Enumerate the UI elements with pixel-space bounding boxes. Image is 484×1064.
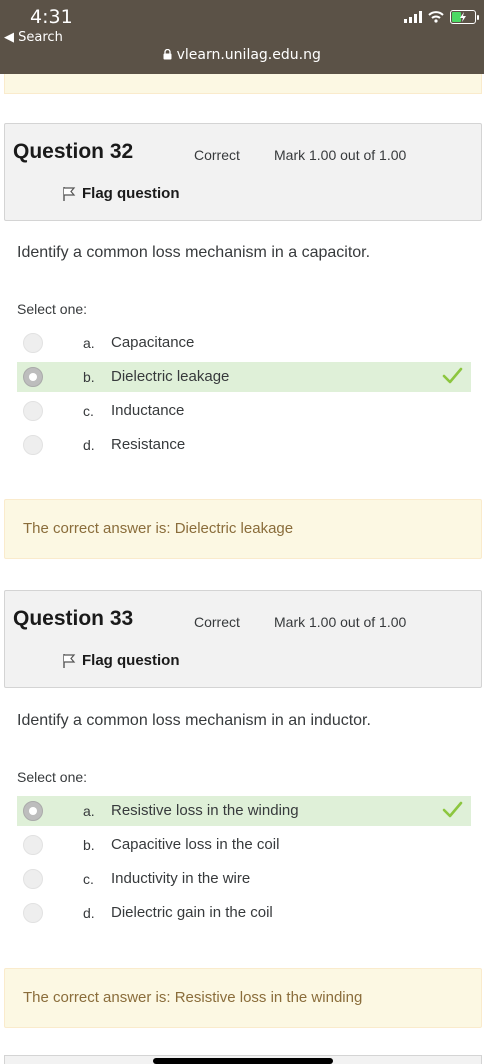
url-text: vlearn.unilag.edu.ng <box>176 47 321 63</box>
ios-status-bar: 4:31 ◀ Search vlearn.unilag.edu.ng <box>0 0 484 74</box>
answer-letter: c. <box>83 403 94 419</box>
answer-letter: b. <box>83 837 95 853</box>
answer-radio-selected[interactable] <box>23 801 43 821</box>
question-info-box: Question 33 Correct Mark 1.00 out of 1.0… <box>4 590 482 688</box>
answer-text: Capacitive loss in the coil <box>111 836 280 853</box>
answer-option-a[interactable]: a. Resistive loss in the winding <box>17 796 471 826</box>
question-grade: Mark 1.00 out of 1.00 <box>274 614 407 630</box>
question-number: Question 32 <box>13 140 134 163</box>
answer-letter: c. <box>83 871 94 887</box>
status-icons <box>404 10 479 24</box>
answer-text: Dielectric leakage <box>111 368 230 385</box>
answer-option-d[interactable]: d. Resistance <box>17 430 471 460</box>
answer-radio[interactable] <box>23 435 43 455</box>
flag-question-label: Flag question <box>82 185 180 202</box>
answer-option-c[interactable]: c. Inductance <box>17 396 471 426</box>
answer-option-b[interactable]: b. Capacitive loss in the coil <box>17 830 471 860</box>
answer-option-a[interactable]: a. Capacitance <box>17 328 471 358</box>
answer-radio[interactable] <box>23 903 43 923</box>
answer-radio[interactable] <box>23 333 43 353</box>
home-indicator[interactable] <box>153 1058 333 1064</box>
question-text: Identify a common loss mechanism in a ca… <box>17 244 371 261</box>
flag-question-button[interactable]: Flag question <box>62 185 180 202</box>
answer-radio[interactable] <box>23 869 43 889</box>
answer-option-b[interactable]: b. Dielectric leakage <box>17 362 471 392</box>
lock-icon <box>163 48 172 60</box>
right-answer-feedback: The correct answer is: Dielectric leakag… <box>4 499 482 559</box>
question-state: Correct <box>194 147 240 163</box>
answer-text: Resistance <box>111 436 186 453</box>
question-info-box: Question 32 Correct Mark 1.00 out of 1.0… <box>4 123 482 221</box>
back-arrow-icon: ◀ <box>4 30 14 45</box>
answer-letter: a. <box>83 803 95 819</box>
flag-question-button[interactable]: Flag question <box>62 652 180 669</box>
back-to-search-link[interactable]: ◀ Search <box>4 30 63 45</box>
answer-letter: a. <box>83 335 95 351</box>
answer-text: Resistive loss in the winding <box>111 802 299 819</box>
checkmark-icon <box>442 367 463 384</box>
answer-text: Dielectric gain in the coil <box>111 904 273 921</box>
answer-letter: d. <box>83 437 95 453</box>
checkmark-icon <box>442 801 463 818</box>
cellular-signal-icon <box>404 11 422 23</box>
flag-icon <box>63 186 76 201</box>
question-number: Question 33 <box>13 607 134 630</box>
answer-radio-selected[interactable] <box>23 367 43 387</box>
answer-text: Inductance <box>111 402 185 419</box>
select-one-prompt: Select one: <box>17 301 88 317</box>
flag-icon <box>63 653 76 668</box>
answer-letter: d. <box>83 905 95 921</box>
select-one-prompt: Select one: <box>17 769 88 785</box>
answer-radio[interactable] <box>23 401 43 421</box>
answer-option-c[interactable]: c. Inductivity in the wire <box>17 864 471 894</box>
answer-text: Capacitance <box>111 334 195 351</box>
answer-text: Inductivity in the wire <box>111 870 251 887</box>
clock-time: 4:31 <box>30 6 73 28</box>
right-answer-feedback: The correct answer is: Resistive loss in… <box>4 968 482 1028</box>
address-bar[interactable]: vlearn.unilag.edu.ng <box>0 47 484 63</box>
right-answer-text: The correct answer is: Dielectric leakag… <box>23 520 294 537</box>
answer-radio[interactable] <box>23 835 43 855</box>
question-grade: Mark 1.00 out of 1.00 <box>274 147 407 163</box>
battery-charging-icon <box>450 10 479 24</box>
right-answer-text: The correct answer is: Resistive loss in… <box>23 989 363 1006</box>
flag-question-label: Flag question <box>82 652 180 669</box>
question-text: Identify a common loss mechanism in an i… <box>17 712 371 729</box>
previous-feedback-box <box>4 74 482 94</box>
back-label: Search <box>18 30 63 45</box>
answer-letter: b. <box>83 369 95 385</box>
wifi-icon <box>428 11 444 23</box>
answer-option-d[interactable]: d. Dielectric gain in the coil <box>17 898 471 928</box>
question-state: Correct <box>194 614 240 630</box>
